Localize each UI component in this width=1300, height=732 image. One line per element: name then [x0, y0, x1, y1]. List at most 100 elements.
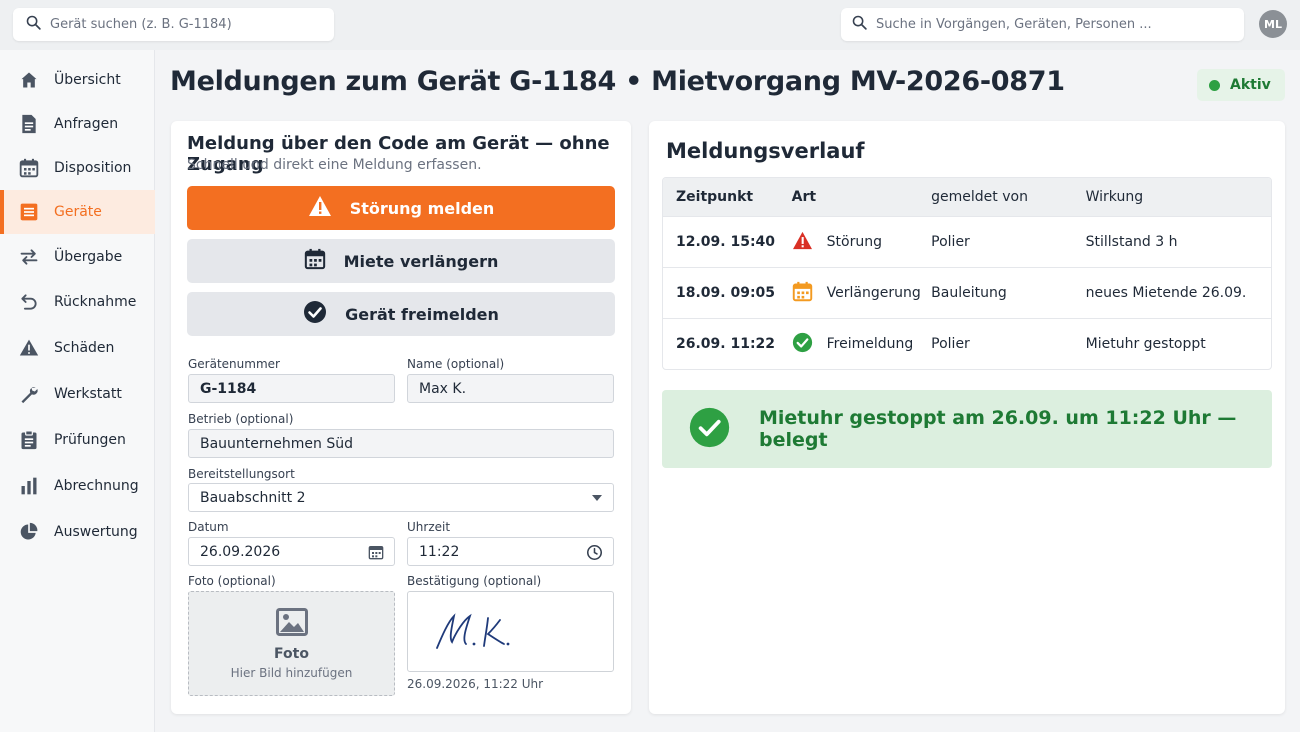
check-circle-icon	[689, 407, 730, 452]
photo-label: Foto (optional)	[188, 574, 276, 588]
global-search-input[interactable]	[876, 17, 1230, 32]
table-row[interactable]: 18.09. 09:05 Verlängerung Bauleitung neu…	[663, 267, 1271, 318]
sidebar-item-label: Prüfungen	[54, 432, 126, 448]
calendar-orange-icon	[792, 281, 813, 306]
document-icon	[18, 113, 40, 135]
top-bar: ML	[0, 0, 1300, 50]
time-value: 11:22	[419, 543, 460, 560]
swap-arrows-icon	[18, 246, 40, 268]
report-form-subtitle: Schnell und direkt eine Meldung erfassen…	[187, 157, 482, 173]
sidebar-item-pruefungen[interactable]: Prüfungen	[0, 418, 155, 462]
sidebar-item-abrechnung[interactable]: Abrechnung	[0, 464, 155, 508]
sidebar-item-auswertung[interactable]: Auswertung	[0, 510, 155, 554]
chevron-down-icon	[591, 494, 603, 502]
row-type-label: Verlängerung	[826, 285, 921, 301]
row-time: 12.09. 15:40	[676, 234, 776, 250]
column-header-reported-by: gemeldet von	[931, 189, 1028, 205]
sidebar-item-label: Schäden	[54, 340, 115, 356]
row-time: 18.09. 09:05	[676, 285, 776, 301]
photo-title: Foto	[274, 645, 309, 662]
pie-chart-icon	[18, 521, 40, 543]
photo-upload-area[interactable]: Foto Hier Bild hinzufügen	[188, 591, 395, 696]
name-field[interactable]: Max K.	[407, 374, 614, 403]
calendar-icon	[18, 157, 40, 179]
sidebar-item-schaeden[interactable]: Schäden	[0, 326, 155, 370]
row-effect: Mietuhr gestoppt	[1085, 336, 1206, 352]
row-type-label: Störung	[826, 234, 882, 250]
photo-hint: Hier Bild hinzufügen	[230, 665, 353, 680]
sidebar-item-label: Übersicht	[54, 72, 121, 88]
sidebar-item-geraete[interactable]: Geräte	[0, 190, 155, 234]
confirmation-banner: Mietuhr gestoppt am 26.09. um 11:22 Uhr …	[662, 390, 1272, 468]
time-label: Uhrzeit	[407, 520, 451, 534]
calendar-icon	[304, 248, 326, 274]
history-title: Meldungsverlauf	[666, 139, 865, 163]
warning-icon	[18, 337, 40, 359]
extend-rental-button[interactable]: Miete verlängern	[187, 239, 615, 283]
row-reported-by: Bauleitung	[931, 285, 1007, 301]
warning-red-icon	[792, 231, 813, 254]
sidebar: Übersicht Anfragen Disposition Geräte Üb…	[0, 50, 155, 732]
date-field[interactable]: 26.09.2026	[188, 537, 395, 566]
row-reported-by: Polier	[931, 234, 970, 250]
table-row[interactable]: 26.09. 11:22 Freimeldung Polier Mietuhr …	[663, 318, 1271, 369]
device-number-label: Gerätenummer	[188, 357, 280, 371]
column-header-time: Zeitpunkt	[676, 189, 754, 205]
sidebar-item-disposition[interactable]: Disposition	[0, 146, 155, 190]
search-icon	[851, 14, 868, 35]
warning-icon	[308, 195, 332, 221]
signature-image	[436, 613, 510, 649]
device-number-field[interactable]: G-1184	[188, 374, 395, 403]
table-row[interactable]: 12.09. 15:40 Störung Polier Stillstand 3…	[663, 216, 1271, 267]
confirmation-label: Bestätigung (optional)	[407, 574, 542, 588]
history-table: Zeitpunkt Art gemeldet von Wirkung 12.09…	[662, 177, 1272, 370]
row-type: Störung	[780, 231, 932, 254]
signature-pad[interactable]	[407, 591, 614, 672]
return-arrow-icon	[18, 291, 40, 313]
name-label: Name (optional)	[407, 357, 505, 371]
list-icon	[18, 201, 40, 223]
status-dot-icon	[1209, 79, 1220, 91]
time-field[interactable]: 11:22	[407, 537, 614, 566]
sidebar-item-label: Rücknahme	[54, 294, 137, 310]
calendar-icon[interactable]	[368, 544, 384, 560]
column-header-effect: Wirkung	[1085, 189, 1144, 205]
sidebar-item-ruecknahme[interactable]: Rücknahme	[0, 280, 155, 324]
check-green-icon	[792, 332, 813, 357]
row-effect: Stillstand 3 h	[1085, 234, 1178, 250]
device-search-box[interactable]	[13, 8, 334, 41]
status-text: Aktiv	[1230, 77, 1271, 93]
location-label: Bereitstellungsort	[188, 467, 295, 481]
release-device-label: Gerät freimelden	[345, 304, 499, 324]
sidebar-item-uebergabe[interactable]: Übergabe	[0, 235, 155, 279]
row-reported-by: Polier	[931, 336, 970, 352]
date-label: Datum	[188, 520, 229, 534]
sidebar-item-werkstatt[interactable]: Werkstatt	[0, 372, 155, 416]
bar-chart-icon	[18, 475, 40, 497]
sidebar-item-label: Disposition	[54, 160, 132, 176]
table-header: Zeitpunkt Art gemeldet von Wirkung	[663, 178, 1271, 216]
confirmation-text: Mietuhr gestoppt am 26.09. um 11:22 Uhr …	[759, 407, 1237, 451]
home-icon	[18, 69, 40, 91]
wrench-icon	[18, 383, 40, 405]
location-select-value: Bauabschnitt 2	[200, 489, 306, 506]
company-label: Betrieb (optional)	[188, 412, 294, 426]
sidebar-item-uebersicht[interactable]: Übersicht	[0, 58, 155, 102]
sidebar-item-label: Abrechnung	[54, 478, 139, 494]
global-search-box[interactable]	[841, 8, 1244, 41]
clock-icon[interactable]	[586, 544, 603, 561]
row-type: Verlängerung	[780, 281, 932, 306]
avatar[interactable]: ML	[1259, 10, 1287, 38]
search-icon	[25, 14, 42, 35]
row-type-label: Freimeldung	[826, 336, 914, 352]
location-select[interactable]: Bauabschnitt 2	[188, 483, 614, 512]
sidebar-item-anfragen[interactable]: Anfragen	[0, 102, 155, 146]
device-search-input[interactable]	[50, 17, 329, 32]
release-device-button[interactable]: Gerät freimelden	[187, 292, 615, 336]
column-header-type: Art	[791, 189, 817, 205]
image-icon	[275, 607, 308, 640]
status-badge: Aktiv	[1197, 69, 1285, 101]
report-fault-button[interactable]: Störung melden	[187, 186, 615, 230]
company-field[interactable]: Bauunternehmen Süd	[188, 429, 614, 458]
sidebar-item-label: Auswertung	[54, 524, 138, 540]
